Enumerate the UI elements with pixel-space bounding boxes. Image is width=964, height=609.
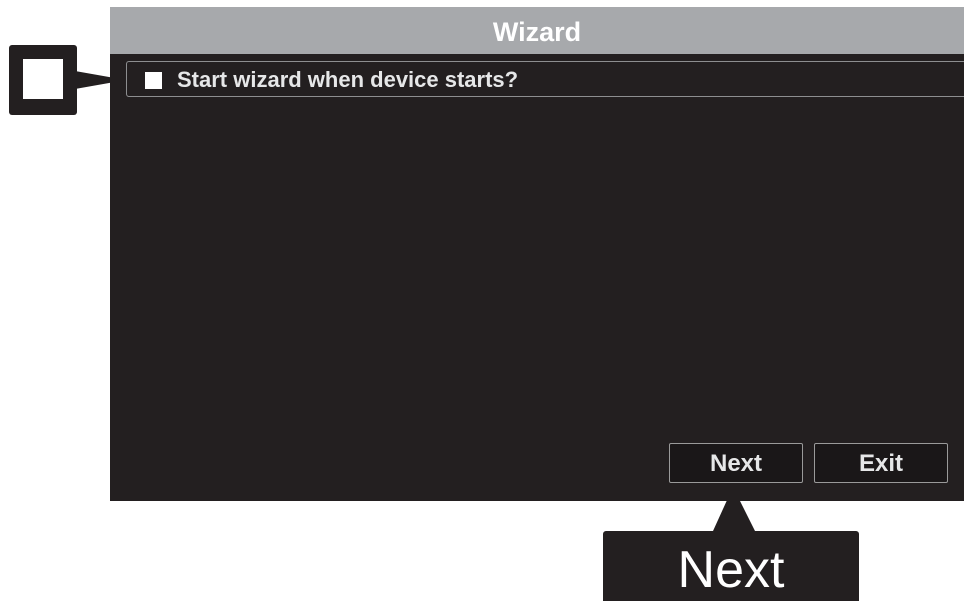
- checkbox-callout: [9, 45, 77, 115]
- next-button[interactable]: Next: [669, 443, 803, 483]
- exit-button[interactable]: Exit: [814, 443, 948, 483]
- wizard-dialog: Wizard Start wizard when device starts? …: [110, 7, 964, 501]
- next-callout-label: Next: [603, 531, 859, 601]
- start-wizard-label: Start wizard when device starts?: [177, 67, 519, 92]
- start-wizard-checkbox[interactable]: [145, 72, 162, 89]
- checkbox-icon: [23, 59, 63, 99]
- dialog-title: Wizard: [110, 7, 964, 54]
- start-wizard-option[interactable]: Start wizard when device starts?: [126, 61, 964, 97]
